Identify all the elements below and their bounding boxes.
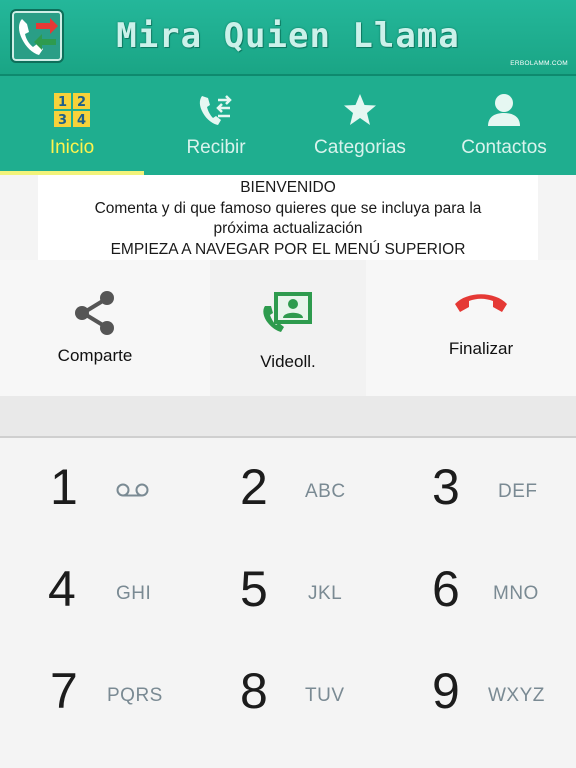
key-letters: GHI [116,583,152,604]
welcome-instruction: EMPIEZA A NAVEGAR POR EL MENÚ SUPERIOR [110,240,466,258]
welcome-panel: BIENVENIDO Comenta y di que famoso quier… [38,175,538,260]
end-call-icon [453,290,509,319]
person-icon [484,92,524,128]
key-digit: 7 [50,663,78,719]
share-icon [72,290,118,341]
voicemail-icon [116,483,150,502]
dial-key-8[interactable]: 8 TUV [192,642,384,744]
tab-categorias[interactable]: Categorias [288,76,432,175]
welcome-message: Comenta y di que famoso quieres que se i… [94,199,482,217]
tab-label-inicio: Inicio [49,137,95,158]
dial-key-4[interactable]: 4 GHI [0,540,192,642]
tab-contactos[interactable]: Contactos [432,76,576,175]
tab-label-recibir: Recibir [186,137,246,158]
svg-text:3: 3 [58,113,67,128]
app-header: Mira Quien Llama ERBOLAMM.COM [0,0,576,76]
key-digit: 4 [48,561,76,617]
app-title: Mira Quien Llama [116,16,460,56]
tab-bar: 1 2 3 4 Inicio Recibir Categorias Contac… [0,76,576,175]
key-letters: TUV [305,685,345,706]
tab-recibir[interactable]: Recibir [144,76,288,175]
key-digit: 1 [50,459,78,515]
svg-text:2: 2 [77,95,86,110]
video-call-button[interactable]: Videoll. [210,260,366,396]
app-credit: ERBOLAMM.COM [510,60,568,67]
welcome-heading: BIENVENIDO [240,179,336,196]
tab-label-categorias: Categorias [314,137,406,158]
tab-label-contactos: Contactos [461,137,547,158]
share-label: Comparte [57,346,133,365]
key-digit: 9 [432,663,460,719]
star-icon [340,92,380,128]
dialpad: 1 2 ABC 3 DEF 4 GHI 5 JKL 6 MNO 7 PQRS 8… [0,438,576,768]
incoming-call-icon [196,92,236,128]
end-call-label: Finalizar [448,339,514,358]
key-digit: 5 [240,561,268,617]
key-letters: JKL [308,583,343,604]
dial-key-2[interactable]: 2 ABC [192,438,384,540]
key-letters: WXYZ [488,685,545,706]
dial-key-6[interactable]: 6 MNO [384,540,576,642]
dial-key-1[interactable]: 1 [0,438,192,540]
dial-key-5[interactable]: 5 JKL [192,540,384,642]
share-button[interactable]: Comparte [0,260,190,396]
dial-key-7[interactable]: 7 PQRS [0,642,192,744]
video-call-label: Videoll. [260,352,316,371]
grid-1234-icon: 1 2 3 4 [52,92,92,128]
svg-text:1: 1 [58,95,67,110]
dial-key-3[interactable]: 3 DEF [384,438,576,540]
svg-text:4: 4 [77,113,86,128]
key-letters: PQRS [107,685,163,706]
end-call-button[interactable]: Finalizar [386,260,576,396]
key-letters: ABC [305,481,346,502]
dial-key-9[interactable]: 9 WXYZ [384,642,576,744]
key-digit: 2 [240,459,268,515]
key-digit: 8 [240,663,268,719]
action-row: Comparte Videoll. Finalizar [0,260,576,396]
key-digit: 3 [432,459,460,515]
key-digit: 6 [432,561,460,617]
key-letters: MNO [493,583,539,604]
dial-display [0,396,576,438]
key-letters: DEF [498,481,538,502]
tab-inicio[interactable]: 1 2 3 4 Inicio [0,76,144,175]
video-contact-icon [262,290,314,339]
welcome-message-cont: próxima actualización [213,220,363,237]
